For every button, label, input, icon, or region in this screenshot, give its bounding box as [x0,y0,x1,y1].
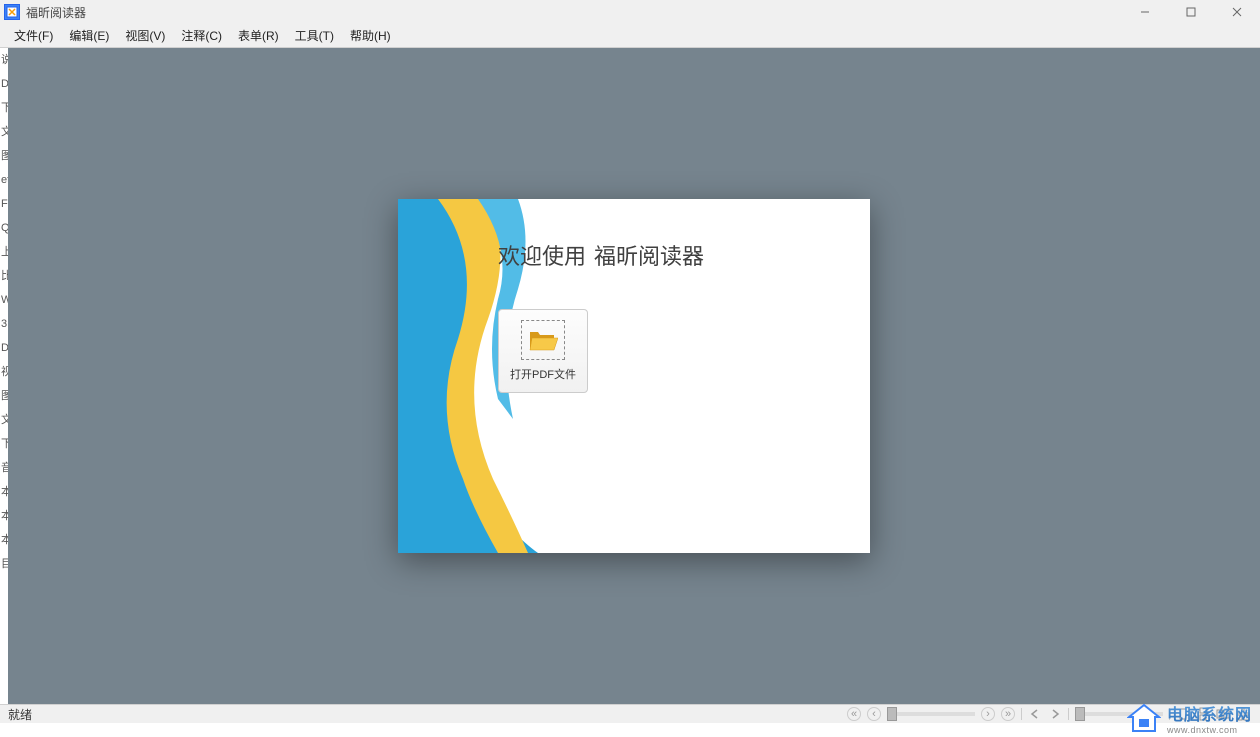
welcome-app-name: 福昕阅读器 [594,239,704,271]
sidebar-item[interactable]: 下 [0,432,8,456]
separator [1021,708,1022,720]
status-ready: 就绪 [0,706,32,723]
welcome-panel: 欢迎使用 福昕阅读器 打开PDF文件 [398,199,870,553]
welcome-title: 欢迎使用 福昕阅读器 [498,239,850,271]
maximize-button[interactable] [1168,0,1214,24]
forward-arrow-icon[interactable] [1048,707,1062,721]
sidebar-item[interactable]: W [0,288,8,312]
welcome-prefix: 欢迎使用 [498,239,586,271]
watermark-text: 电脑系统网 [1167,701,1252,725]
watermark-url: www.dnxtw.com [1167,725,1238,735]
sidebar-item[interactable]: 本 [0,480,8,504]
menu-annotate[interactable]: 注释(C) [173,25,230,46]
close-button[interactable] [1214,0,1260,24]
sidebar-item[interactable]: et [0,168,8,192]
open-pdf-button[interactable]: 打开PDF文件 [498,309,588,393]
bottom-strip [0,723,1260,737]
menu-edit[interactable]: 编辑(E) [61,25,117,46]
sidebar-item[interactable]: 下 [0,96,8,120]
sidebar-item[interactable]: D [0,336,8,360]
folder-icon-box [521,320,565,360]
window-controls [1122,0,1260,24]
watermark-logo-icon [1127,703,1161,733]
sidebar-item[interactable]: 图 [0,144,8,168]
page-slider[interactable] [887,712,975,716]
status-bar: 就绪 « ‹ › » [0,704,1260,723]
prev-page-icon[interactable]: ‹ [867,707,881,721]
watermark: 电脑系统网 www.dnxtw.com [1127,701,1252,735]
menu-help[interactable]: 帮助(H) [342,25,399,46]
sidebar-item[interactable]: 说 [0,48,8,72]
sidebar-item[interactable]: 图 [0,384,8,408]
app-title: 福昕阅读器 [26,4,86,21]
left-sidebar: 说 D 下 文 图 et Fi Q 上 比 W 3 D 视 图 文 下 音 本 … [0,48,8,704]
sidebar-item[interactable]: 比 [0,264,8,288]
title-bar: 福昕阅读器 [0,0,1260,24]
menu-bar: 文件(F) 编辑(E) 视图(V) 注释(C) 表单(R) 工具(T) 帮助(H… [0,24,1260,48]
sidebar-item[interactable]: 本 [0,504,8,528]
folder-open-icon [528,328,558,352]
menu-view[interactable]: 视图(V) [117,25,173,46]
sidebar-item[interactable]: 视 [0,360,8,384]
menu-tools[interactable]: 工具(T) [287,25,342,46]
app-icon [4,4,20,20]
sidebar-item[interactable]: 目 [0,552,8,576]
sidebar-item[interactable]: 上 [0,240,8,264]
sidebar-item[interactable]: D [0,72,8,96]
next-page-icon[interactable]: › [981,707,995,721]
menu-form[interactable]: 表单(R) [230,25,287,46]
back-arrow-icon[interactable] [1028,707,1042,721]
open-pdf-label: 打开PDF文件 [510,366,576,382]
menu-file[interactable]: 文件(F) [6,25,61,46]
content-area: 欢迎使用 福昕阅读器 打开PDF文件 [8,48,1260,704]
sidebar-item[interactable]: Q [0,216,8,240]
separator [1068,708,1069,720]
sidebar-item[interactable]: 本 [0,528,8,552]
sidebar-item[interactable]: 文 [0,408,8,432]
last-page-icon[interactable]: » [1001,707,1015,721]
sidebar-item[interactable]: 文 [0,120,8,144]
sidebar-item[interactable]: 音 [0,456,8,480]
sidebar-item[interactable]: 3 [0,312,8,336]
minimize-button[interactable] [1122,0,1168,24]
first-page-icon[interactable]: « [847,707,861,721]
sidebar-item[interactable]: Fi [0,192,8,216]
